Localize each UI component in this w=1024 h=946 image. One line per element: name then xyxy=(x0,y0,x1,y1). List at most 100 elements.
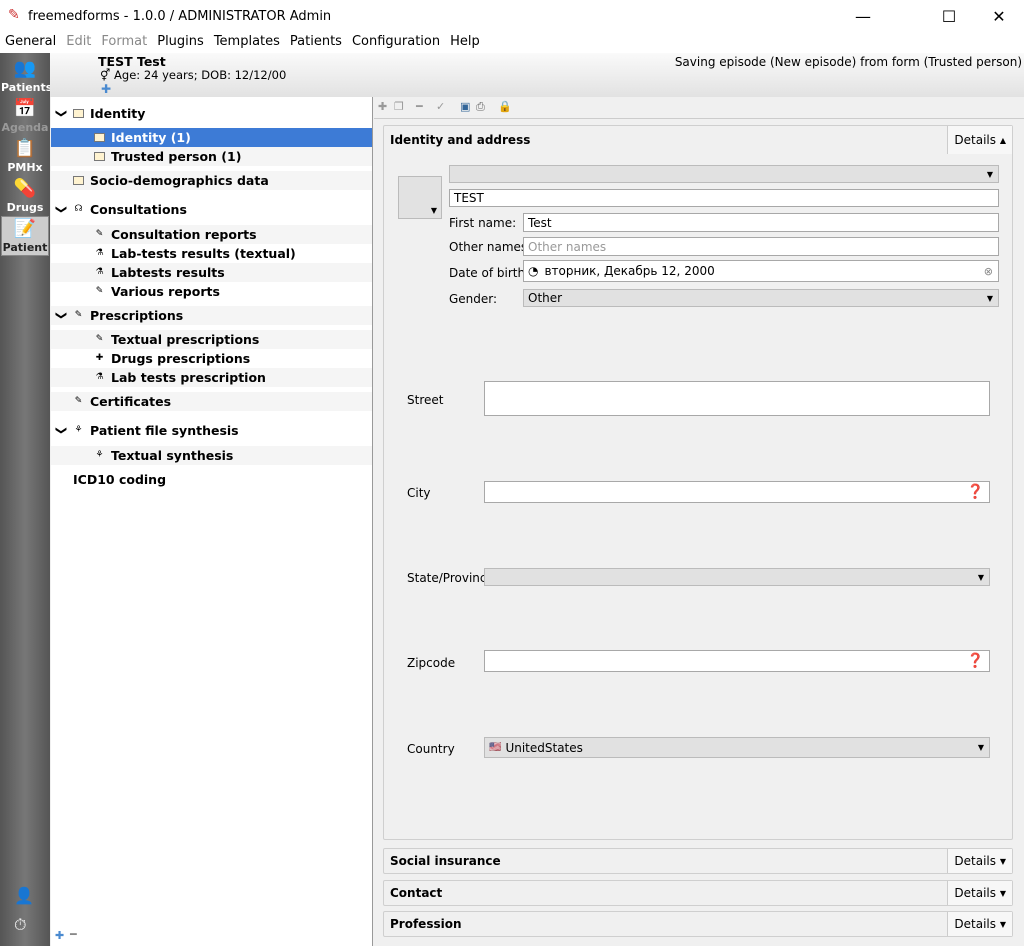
street-input[interactable] xyxy=(484,381,990,416)
add-icon[interactable]: ✚ xyxy=(55,929,64,942)
tree-item[interactable]: ❯ Identity xyxy=(51,104,372,123)
mode-bar: 👥 Patients 📅 Agenda 📋 PMHx 💊 Drugs 📝 Patient … xyxy=(0,53,52,946)
add-episode-icon[interactable]: ✚ xyxy=(378,100,387,113)
form-panel: ✚ ❐ ━ ✓ ▣ ⎙ 🔒 Identity and address Detai… xyxy=(374,97,1024,946)
tree-item[interactable]: ✎ Various reports xyxy=(51,282,372,301)
close-button[interactable]: ✕ xyxy=(976,0,1022,32)
lock-icon[interactable]: 🔒 xyxy=(498,100,512,113)
other-names-label: Other names: xyxy=(449,240,532,254)
minimize-button[interactable]: — xyxy=(840,0,886,32)
mode-patients[interactable]: 👥 Patients xyxy=(1,57,52,97)
menu-patients[interactable]: Patients xyxy=(285,32,347,53)
tree-item[interactable]: ❯ ✎ Prescriptions xyxy=(51,306,372,325)
remove-episode-icon[interactable]: ━ xyxy=(416,100,423,113)
tree-item[interactable]: ✎ Consultation reports xyxy=(51,225,372,244)
tree-item[interactable]: Trusted person (1) xyxy=(51,147,372,166)
clock-icon[interactable]: ⏱ xyxy=(14,915,26,935)
caret-down-icon: ▼ xyxy=(977,572,984,582)
gender-icon: ⚥ xyxy=(100,68,111,82)
caret-down-icon: ▼ xyxy=(999,888,1006,898)
country-value: UnitedStates xyxy=(505,740,583,755)
details-toggle-button[interactable]: Details ▼ xyxy=(947,881,1012,905)
calendar-icon: 📅 xyxy=(13,98,37,119)
validate-icon[interactable]: ✓ xyxy=(436,100,445,113)
social-insurance-section: Social insurance Details ▼ xyxy=(383,848,1013,874)
identity-address-group: Identity and address Details ▲ ▼ ▼ TEST … xyxy=(383,125,1013,840)
gender-select[interactable]: Other ▼ xyxy=(523,289,999,307)
tree-item-label: Lab tests prescription xyxy=(111,370,266,385)
drugs-icon: 💊 xyxy=(13,178,37,199)
menu-templates[interactable]: Templates xyxy=(209,32,285,53)
zipcode-input[interactable]: ❓ xyxy=(484,650,990,672)
expand-chevron-icon[interactable]: ❯ xyxy=(55,426,68,435)
tree-item[interactable]: ❯ ☊ Consultations xyxy=(51,200,372,219)
zipcode-label: Zipcode xyxy=(407,656,456,670)
tree-item-label: Textual synthesis xyxy=(111,448,234,463)
city-input[interactable]: ❓ xyxy=(484,481,990,503)
group-title: Identity and address xyxy=(390,133,531,147)
tree-item[interactable]: ❯ ⚘ Patient file synthesis xyxy=(51,421,372,440)
mode-agenda[interactable]: 📅 Agenda xyxy=(1,97,49,137)
dob-label: Date of birth: xyxy=(449,266,530,280)
expand-chevron-icon[interactable]: ❯ xyxy=(55,205,68,214)
mode-drugs[interactable]: 💊 Drugs xyxy=(1,177,49,217)
tree-item-label: Prescriptions xyxy=(90,308,184,323)
user-icon[interactable]: 👤 xyxy=(14,886,34,905)
clear-icon[interactable]: ⊗ xyxy=(984,265,993,278)
synth-icon: ⚘ xyxy=(95,450,104,460)
details-toggle-button[interactable]: Details ▼ xyxy=(947,912,1012,936)
expand-plus-icon[interactable]: ✚ xyxy=(101,82,111,96)
details-toggle-button[interactable]: Details ▼ xyxy=(947,849,1012,873)
remove-icon[interactable]: ━ xyxy=(70,928,77,941)
print-icon[interactable]: ⎙ xyxy=(476,100,485,114)
pmhx-icon: 📋 xyxy=(13,138,37,159)
save-icon[interactable]: ▣ xyxy=(460,100,470,113)
tree-item[interactable]: ✎ Textual prescriptions xyxy=(51,330,372,349)
last-name-input[interactable]: TEST xyxy=(449,189,999,207)
tree-item[interactable]: Socio-demographics data xyxy=(51,171,372,190)
tree-item-label: Lab-tests results (textual) xyxy=(111,246,296,261)
section-title: Contact xyxy=(390,886,443,900)
calendar-picker-icon[interactable]: ◔ xyxy=(528,264,538,278)
mode-pmhx[interactable]: 📋 PMHx xyxy=(1,137,49,177)
copy-icon[interactable]: ❐ xyxy=(394,100,404,113)
card-icon xyxy=(73,109,84,118)
mode-patient[interactable]: 📝 Patient xyxy=(1,216,49,256)
state-select[interactable]: ▼ xyxy=(484,568,990,586)
country-label: Country xyxy=(407,742,455,756)
synth-icon: ⚘ xyxy=(74,425,83,435)
menu-plugins[interactable]: Plugins xyxy=(152,32,209,53)
menu-general[interactable]: General xyxy=(0,32,61,53)
menu-help[interactable]: Help xyxy=(445,32,485,53)
tree-item[interactable]: ⚗ Lab tests prescription xyxy=(51,368,372,387)
menu-format[interactable]: Format xyxy=(96,32,152,53)
contact-section: Contact Details ▼ xyxy=(383,880,1013,906)
other-names-input[interactable]: Other names xyxy=(523,237,999,256)
maximize-button[interactable]: ☐ xyxy=(926,0,972,32)
tree-item[interactable]: ✚ Drugs prescriptions xyxy=(51,349,372,368)
help-icon[interactable]: ❓ xyxy=(967,653,984,669)
help-icon[interactable]: ❓ xyxy=(967,484,984,500)
title-select[interactable]: ▼ xyxy=(449,165,999,183)
us-flag-icon: 🇺🇸 xyxy=(489,742,502,753)
lab-icon: ⚗ xyxy=(95,267,104,277)
title-bar: ✎ freemedforms - 1.0.0 / ADMINISTRATOR A… xyxy=(0,0,1024,32)
menu-configuration[interactable]: Configuration xyxy=(347,32,445,53)
tree-item-label: Identity xyxy=(90,106,146,121)
tree-item[interactable]: ⚘ Textual synthesis xyxy=(51,446,372,465)
menu-edit[interactable]: Edit xyxy=(61,32,96,53)
expand-chevron-icon[interactable]: ❯ xyxy=(55,109,68,118)
photo-button[interactable]: ▼ xyxy=(398,176,442,219)
tree-item[interactable]: ✎ Certificates xyxy=(51,392,372,411)
tree-item[interactable]: ICD10 coding xyxy=(51,470,372,489)
lab-icon: ⚗ xyxy=(95,248,104,258)
country-select[interactable]: 🇺🇸 UnitedStates ▼ xyxy=(484,737,990,758)
first-name-input[interactable]: Test xyxy=(523,213,999,232)
tree-item[interactable]: ⚗ Labtests results xyxy=(51,263,372,282)
dob-input[interactable]: ◔ вторник, Декабрь 12, 2000 ⊗ xyxy=(523,260,999,282)
tree-item[interactable]: Identity (1) xyxy=(51,128,372,147)
expand-chevron-icon[interactable]: ❯ xyxy=(55,311,68,320)
tree-item-label: Various reports xyxy=(111,284,220,299)
details-toggle-button[interactable]: Details ▲ xyxy=(947,126,1012,154)
tree-item[interactable]: ⚗ Lab-tests results (textual) xyxy=(51,244,372,263)
